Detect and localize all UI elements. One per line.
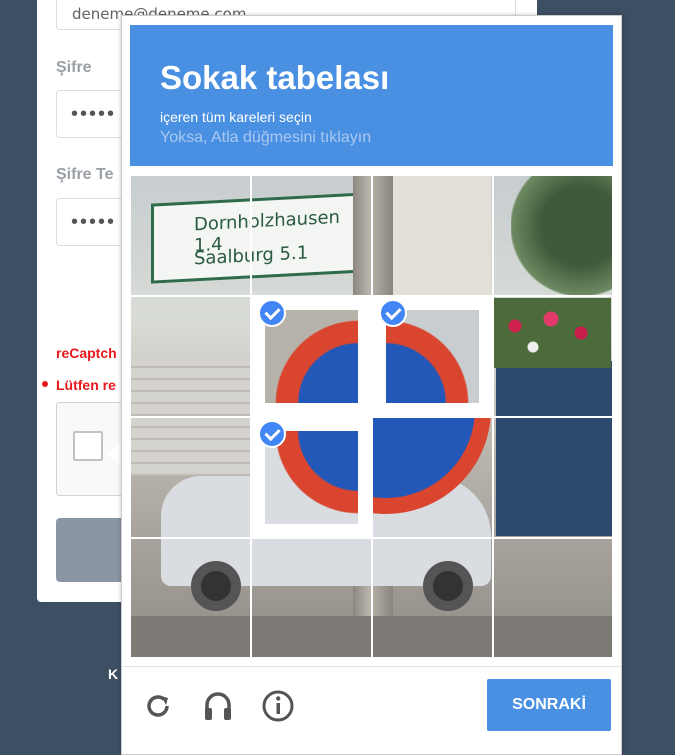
flower-box <box>491 298 611 368</box>
popup-pointer <box>108 442 121 466</box>
challenge-header: Sokak tabelası içeren tüm kareleri seçin… <box>130 25 613 166</box>
recaptcha-checkbox[interactable] <box>73 431 103 461</box>
challenge-hint: Yoksa, Atla düğmesini tıklayın <box>160 129 372 146</box>
car-wheel <box>191 561 241 611</box>
shop-front <box>496 361 612 536</box>
grid-divider <box>131 537 612 539</box>
info-icon[interactable] <box>260 688 296 724</box>
checkmark-icon <box>379 299 407 327</box>
password-label: Şifre <box>56 59 92 76</box>
footer-divider <box>122 666 621 667</box>
grid-divider <box>131 416 612 418</box>
grid-tile-selected[interactable] <box>252 297 371 416</box>
error-bullet <box>42 381 48 387</box>
checkmark-icon <box>258 420 286 448</box>
reload-icon[interactable] <box>140 688 176 724</box>
required-error-text: Lütfen re <box>56 377 116 393</box>
image-grid: Dornholzhausen 1.4 Saalburg 5.1 <box>131 176 612 657</box>
car-wheel <box>423 561 473 611</box>
challenge-subtitle: içeren tüm kareleri seçin <box>160 109 312 125</box>
next-button[interactable]: SONRAKİ <box>487 679 611 731</box>
direction-sign: Dornholzhausen 1.4 Saalburg 5.1 <box>151 192 366 284</box>
recaptcha-error-text: reCaptch <box>56 345 117 361</box>
password-repeat-label: Şifre Te <box>56 166 114 183</box>
recaptcha-challenge-popup: Sokak tabelası içeren tüm kareleri seçin… <box>121 15 622 755</box>
footer-text: K <box>108 666 119 682</box>
challenge-title: Sokak tabelası <box>160 59 390 96</box>
grid-tile-selected[interactable] <box>373 297 492 416</box>
checkmark-icon <box>258 299 286 327</box>
audio-icon[interactable] <box>200 688 236 724</box>
grid-tile-selected[interactable] <box>252 418 371 537</box>
tree <box>511 176 612 296</box>
grid-divider <box>131 295 612 297</box>
